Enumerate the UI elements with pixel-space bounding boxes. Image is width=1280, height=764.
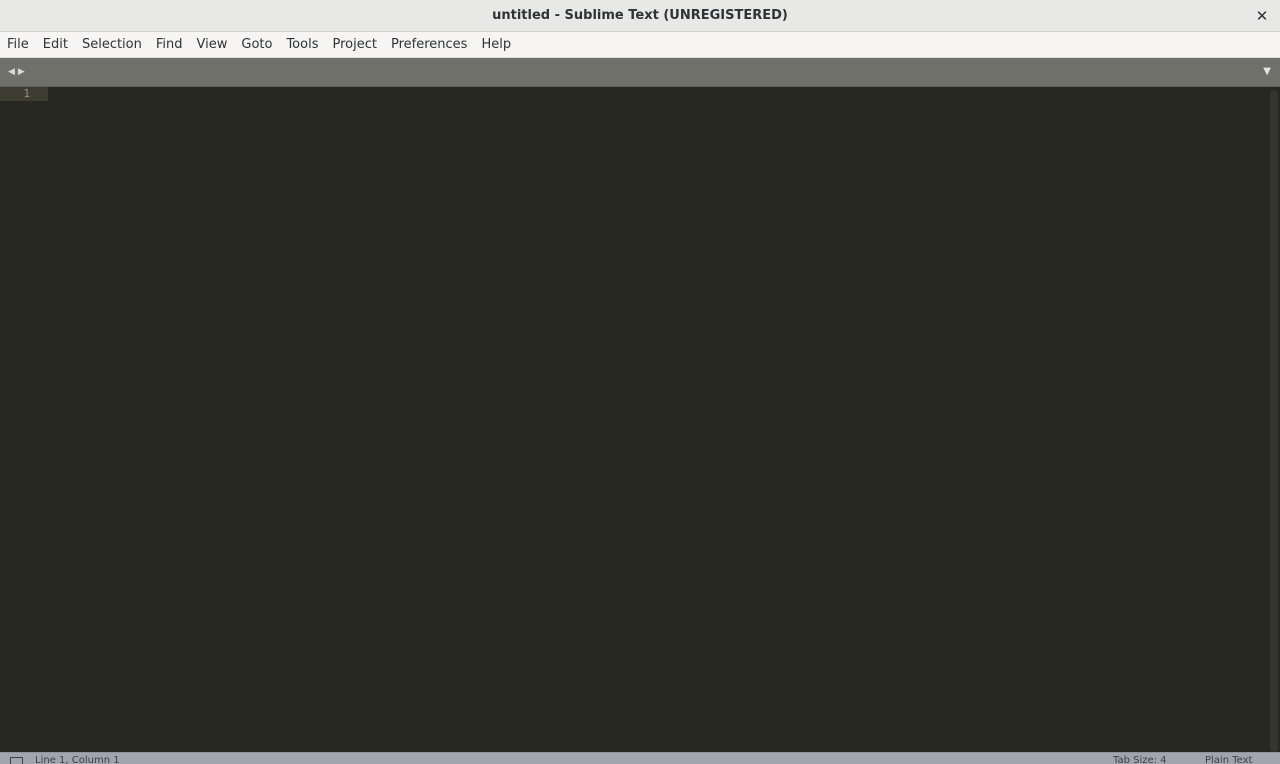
line-number-gutter: 1 [0,87,48,752]
tab-navigation: ◀ ▶ [8,65,25,79]
tab-next-icon[interactable]: ▶ [18,65,25,79]
menu-selection[interactable]: Selection [75,32,149,58]
panel-toggle-icon[interactable] [10,757,23,764]
menu-view[interactable]: View [190,32,235,58]
tab-bar: ◀ ▶ ▼ [0,58,1280,87]
tab-prev-icon[interactable]: ◀ [8,65,15,79]
status-bar: Line 1, Column 1 Tab Size: 4 Plain Text [0,752,1280,764]
cursor-position: Line 1, Column 1 [35,755,120,764]
editor-area[interactable]: 1 [0,87,1280,752]
menu-file[interactable]: File [0,32,36,58]
line-number: 1 [23,87,30,100]
window-title: untitled - Sublime Text (UNREGISTERED) [492,8,788,23]
title-bar: untitled - Sublime Text (UNREGISTERED) ✕ [0,0,1280,32]
menu-tools[interactable]: Tools [279,32,325,58]
menu-edit[interactable]: Edit [36,32,75,58]
tab-size-indicator[interactable]: Tab Size: 4 [1113,755,1167,764]
menu-project[interactable]: Project [325,32,383,58]
tab-list-dropdown-icon[interactable]: ▼ [1263,65,1271,79]
menu-preferences[interactable]: Preferences [384,32,474,58]
menu-find[interactable]: Find [149,32,190,58]
vertical-scrollbar[interactable] [1270,90,1278,752]
menu-bar: File Edit Selection Find View Goto Tools… [0,32,1280,58]
menu-goto[interactable]: Goto [234,32,279,58]
menu-help[interactable]: Help [474,32,518,58]
syntax-indicator[interactable]: Plain Text [1205,755,1252,764]
close-icon[interactable]: ✕ [1250,4,1274,28]
